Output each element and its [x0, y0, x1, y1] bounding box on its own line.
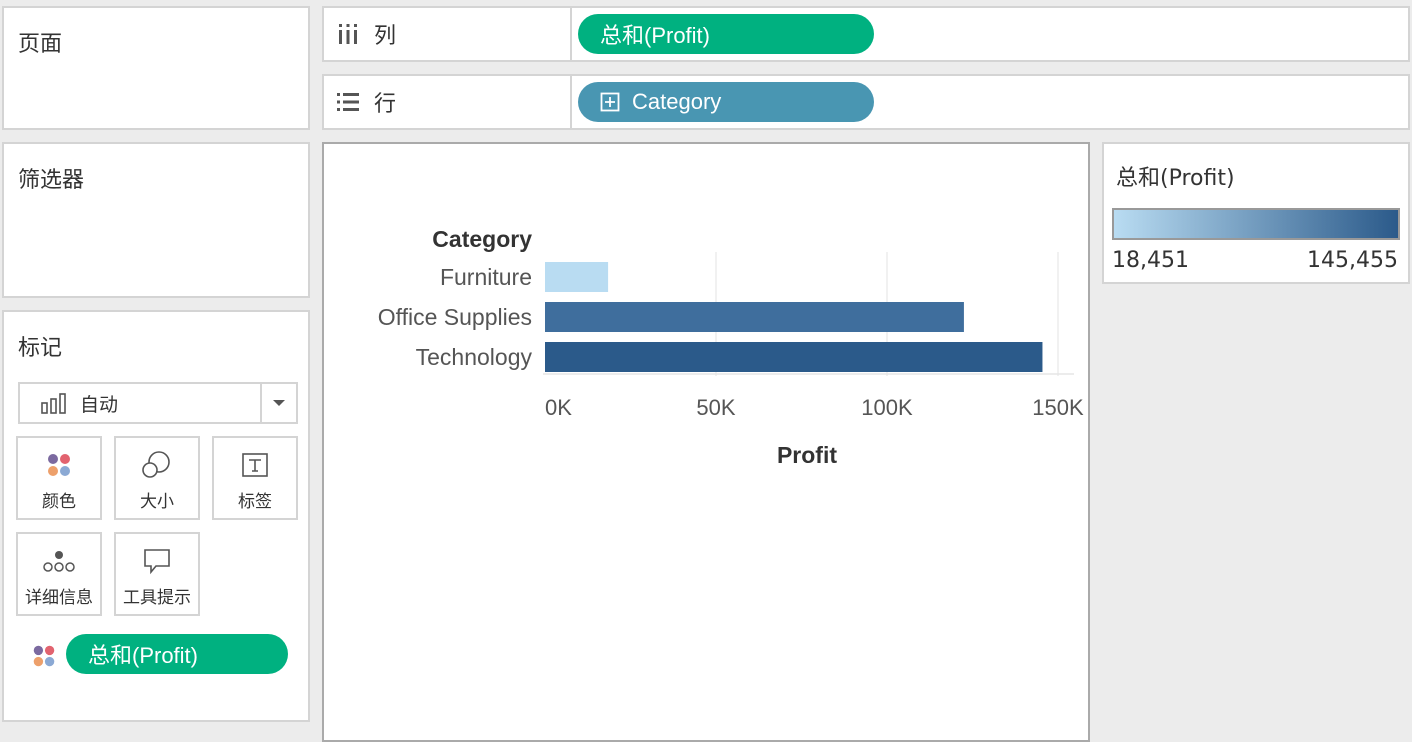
color-button-label: 颜色 — [42, 492, 76, 512]
x-tick-label: 50K — [696, 395, 735, 420]
color-legend: 总和(Profit) 18,451 145,455 — [1102, 142, 1410, 284]
chart-view: Category Profit Furniture Office Supplies… — [322, 142, 1090, 742]
color-field-pill[interactable]: 总和(Profit) — [66, 634, 288, 674]
category-label: Office Supplies — [378, 304, 532, 330]
x-tick-label: 0K — [545, 395, 572, 420]
marks-card: 标记 自动 颜色 大小 标签 详细信息 工具提示 总和(Profit) — [2, 310, 310, 722]
pages-card: 页面 — [2, 6, 310, 130]
category-label: Furniture — [440, 264, 532, 290]
category-label: Technology — [416, 344, 533, 370]
rows-icon — [337, 93, 359, 111]
mark-type-dropdown[interactable]: 自动 — [18, 382, 298, 424]
chevron-down-icon — [273, 400, 285, 406]
tooltip-button-label: 工具提示 — [123, 588, 191, 608]
columns-field-pill-label: 总和(Profit) — [600, 23, 711, 48]
row-header: Category — [432, 226, 532, 252]
dropdown-arrow[interactable] — [260, 384, 296, 422]
columns-shelf-label: 列 — [324, 8, 572, 60]
tooltip-button[interactable]: 工具提示 — [114, 532, 200, 616]
tooltip-bubble-icon — [144, 549, 170, 575]
color-field-pill-label: 总和(Profit) — [88, 643, 199, 668]
mark-type-label: 自动 — [80, 393, 119, 416]
rows-shelf: 行 Category — [322, 74, 1410, 130]
bar-furniture[interactable] — [545, 262, 609, 292]
size-button[interactable]: 大小 — [114, 436, 200, 520]
detail-button-label: 详细信息 — [25, 588, 93, 608]
filters-card-title: 筛选器 — [18, 168, 85, 193]
x-axis-title: Profit — [777, 442, 837, 468]
legend-min-label: 18,451 — [1112, 248, 1189, 273]
legend-gradient — [1112, 208, 1400, 240]
x-tick-label: 100K — [861, 395, 913, 420]
columns-field-pill[interactable]: 总和(Profit) — [578, 14, 874, 54]
bar-office-supplies[interactable] — [545, 302, 964, 332]
detail-dots-icon — [43, 551, 75, 572]
filters-card: 筛选器 — [2, 142, 310, 298]
label-button-label: 标签 — [238, 492, 272, 512]
label-button[interactable]: 标签 — [212, 436, 298, 520]
rows-field-pill[interactable]: Category — [578, 82, 874, 122]
marks-card-title: 标记 — [18, 336, 63, 361]
pages-card-title: 页面 — [18, 32, 63, 57]
columns-shelf-text: 列 — [374, 24, 397, 49]
columns-icon — [339, 24, 357, 44]
size-circles-icon — [142, 451, 170, 478]
expand-plus-icon[interactable] — [600, 92, 620, 112]
label-t-icon — [242, 453, 268, 477]
rows-shelf-text: 行 — [374, 92, 397, 117]
detail-button[interactable]: 详细信息 — [16, 532, 102, 616]
legend-max-label: 145,455 — [1307, 248, 1398, 273]
x-tick-label: 150K — [1032, 395, 1084, 420]
color-button[interactable]: 颜色 — [16, 436, 102, 520]
bar-technology[interactable] — [545, 342, 1043, 372]
color-dots-icon — [33, 645, 55, 667]
rows-field-pill-label: Category — [632, 89, 722, 114]
color-dots-icon — [48, 454, 70, 476]
legend-title: 总和(Profit) — [1116, 166, 1235, 191]
size-button-label: 大小 — [140, 492, 174, 512]
rows-shelf-label: 行 — [324, 76, 572, 128]
bar-chart-icon — [41, 393, 66, 414]
columns-shelf: 列 总和(Profit) — [322, 6, 1410, 62]
bar-chart: Category Profit Furniture Office Supplies… — [378, 226, 1084, 468]
